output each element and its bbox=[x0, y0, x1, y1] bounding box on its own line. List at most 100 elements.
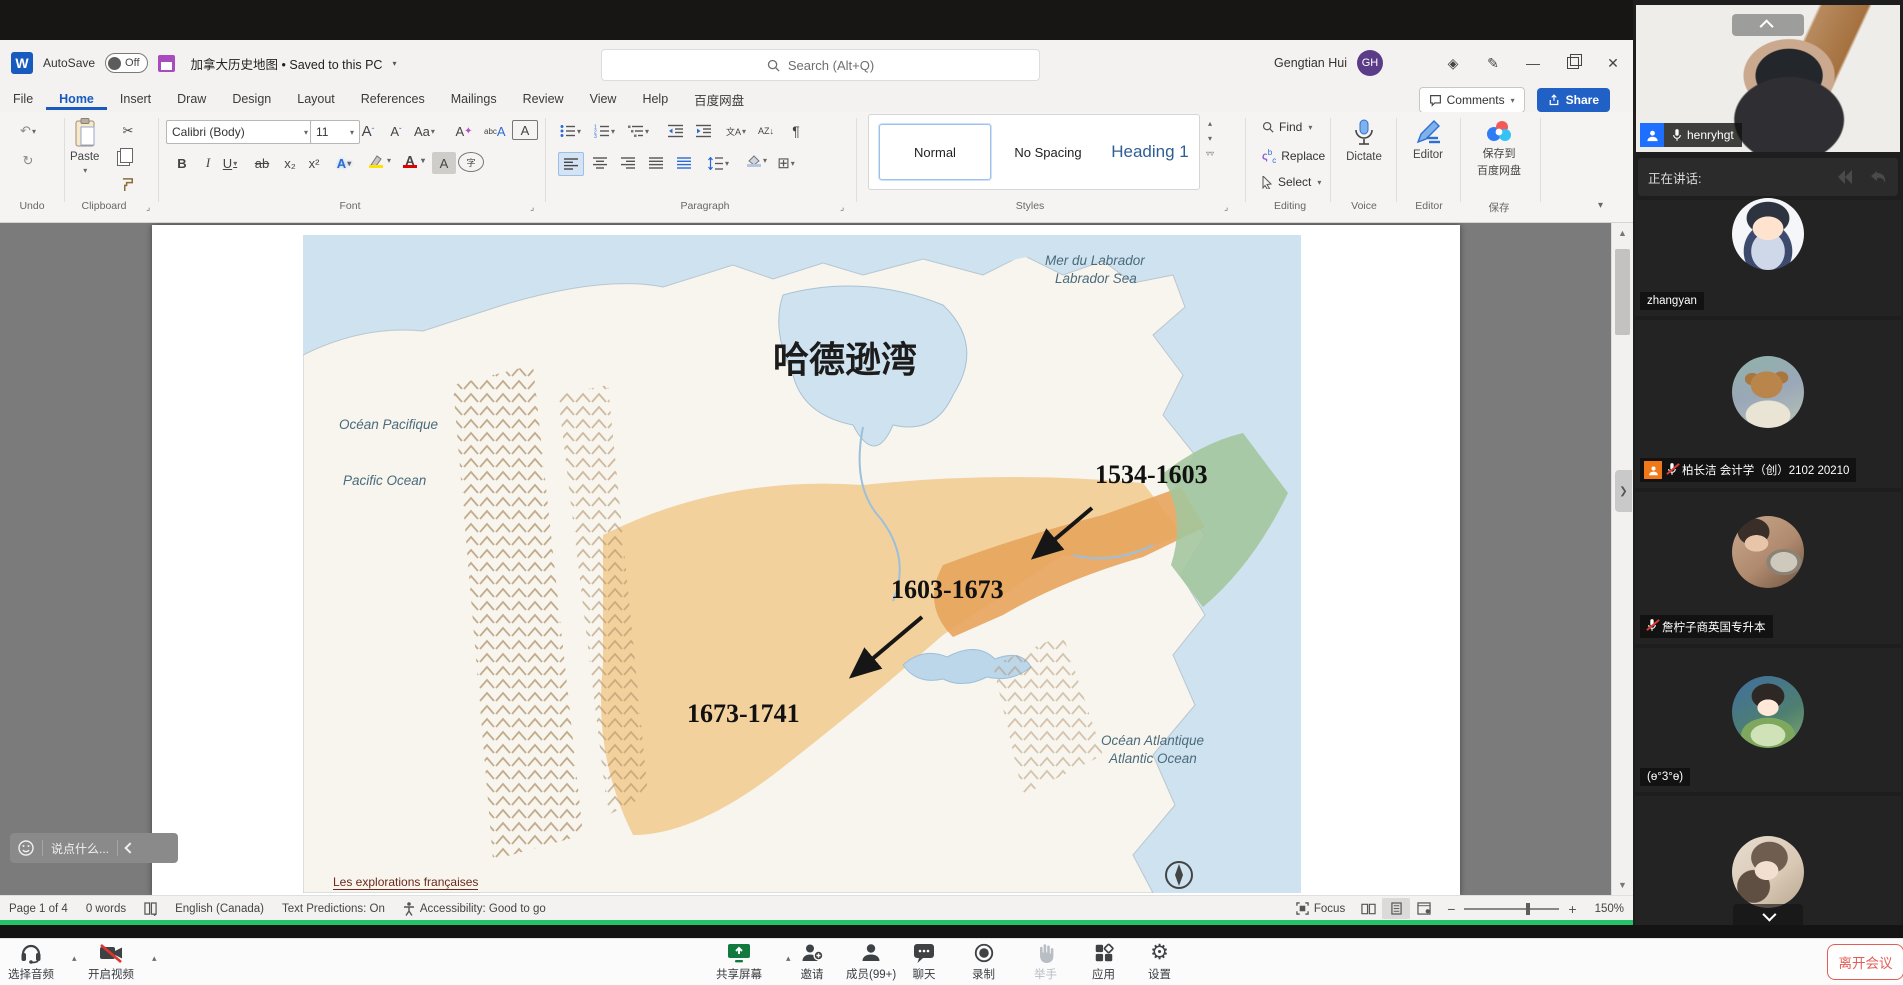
styles-scroll-down[interactable]: ▾ bbox=[1202, 131, 1218, 146]
zoom-slider-thumb[interactable] bbox=[1526, 902, 1531, 915]
document-scrollbar[interactable]: ▲ ▼ bbox=[1611, 223, 1633, 895]
invite-button[interactable]: 邀请 bbox=[800, 942, 824, 982]
superscript-button[interactable]: x² bbox=[302, 152, 326, 174]
bold-button[interactable]: B bbox=[170, 152, 194, 174]
settings-button[interactable]: ⚙ 设置 bbox=[1148, 942, 1171, 982]
close-button[interactable]: ✕ bbox=[1593, 43, 1633, 83]
editor-button[interactable]: Editor bbox=[1404, 118, 1452, 161]
audio-button[interactable]: 选择音频 bbox=[8, 942, 54, 982]
font-color-button[interactable]: A ▾ bbox=[398, 150, 425, 172]
cut-icon[interactable]: ✂ bbox=[116, 120, 140, 142]
sort-button[interactable]: AZ↓ bbox=[754, 120, 778, 142]
subscript-button[interactable]: x₂ bbox=[278, 152, 302, 174]
styles-scroll-up[interactable]: ▴ bbox=[1202, 116, 1218, 131]
replace-button[interactable]: ςbc Replace bbox=[1262, 148, 1325, 165]
zoom-slider[interactable] bbox=[1464, 902, 1560, 915]
style-no-spacing[interactable]: No Spacing bbox=[995, 124, 1101, 180]
chat-collapse-icon[interactable] bbox=[124, 842, 136, 854]
show-marks-button[interactable]: ¶ bbox=[784, 120, 808, 142]
panel-collapse-handle[interactable]: ❯ bbox=[1615, 470, 1632, 512]
share-options-chevron-icon[interactable]: ▴ bbox=[786, 953, 791, 964]
baidu-save-button[interactable]: 保存到 百度网盘 bbox=[1468, 118, 1530, 178]
print-layout-button[interactable] bbox=[1382, 898, 1411, 919]
autosave-toggle[interactable]: Off bbox=[105, 53, 148, 73]
video-collapse-button[interactable] bbox=[1732, 14, 1804, 36]
justify-button[interactable] bbox=[644, 152, 668, 174]
font-dialog-launcher[interactable]: ⌟ bbox=[530, 202, 534, 213]
underline-button[interactable]: U ▾ bbox=[218, 152, 242, 174]
search-box[interactable]: Search (Alt+Q) bbox=[601, 49, 1040, 81]
comments-button[interactable]: Comments ▾ bbox=[1418, 87, 1525, 113]
save-icon[interactable] bbox=[157, 54, 175, 72]
clear-formatting-button[interactable]: A ✦ bbox=[452, 120, 476, 142]
grow-font-button[interactable]: Aˆ bbox=[356, 120, 380, 142]
styles-more[interactable]: ▿▿ bbox=[1202, 146, 1218, 161]
audio-options-chevron-icon[interactable]: ▴ bbox=[72, 953, 77, 964]
tab-layout[interactable]: Layout bbox=[284, 88, 348, 110]
restore-button[interactable] bbox=[1553, 43, 1593, 83]
phonetic-guide-button[interactable]: abc A bbox=[482, 120, 508, 142]
participant-tile[interactable]: 詹柠子商英国专升本 bbox=[1635, 492, 1901, 644]
members-button[interactable]: 成员(99+) bbox=[846, 942, 896, 982]
zoom-level[interactable]: 150% bbox=[1586, 903, 1633, 915]
find-button[interactable]: Find ▾ bbox=[1262, 120, 1312, 134]
leave-meeting-button[interactable]: 离开会议 bbox=[1827, 944, 1903, 980]
accessibility-status[interactable]: Accessibility: Good to go bbox=[394, 901, 555, 916]
numbering-button[interactable]: 1 2 3 ▾ bbox=[592, 120, 617, 142]
share-button[interactable]: Share bbox=[1536, 88, 1610, 112]
distribute-button[interactable] bbox=[672, 152, 696, 174]
web-layout-button[interactable] bbox=[1410, 898, 1438, 919]
diamond-icon[interactable]: ◈ bbox=[1433, 43, 1473, 83]
user-avatar[interactable]: GH bbox=[1357, 50, 1383, 76]
document-page[interactable]: 哈德逊湾 Mer du Labrador Labrador Sea Océan … bbox=[152, 225, 1460, 895]
focus-button[interactable]: Focus bbox=[1287, 902, 1354, 915]
dictate-button[interactable]: Dictate bbox=[1340, 118, 1388, 163]
select-button[interactable]: Select ▾ bbox=[1262, 175, 1321, 189]
apps-button[interactable]: 应用 bbox=[1092, 942, 1115, 982]
raise-hand-button[interactable]: 举手 bbox=[1034, 942, 1057, 982]
text-effects-button[interactable]: A ▾ bbox=[332, 152, 356, 174]
paragraph-dialog-launcher[interactable]: ⌟ bbox=[840, 202, 844, 213]
tab-view[interactable]: View bbox=[577, 88, 630, 110]
tab-baidu-netdisk[interactable]: 百度网盘 bbox=[681, 86, 757, 113]
undo-button[interactable]: ↶ ▾ bbox=[16, 120, 40, 142]
zoom-out-button[interactable]: − bbox=[1438, 901, 1464, 917]
copy-icon[interactable] bbox=[120, 148, 133, 163]
chat-quick-input[interactable]: 说点什么... bbox=[10, 833, 178, 863]
clipboard-dialog-launcher[interactable]: ⌟ bbox=[146, 202, 150, 213]
tab-draw[interactable]: Draw bbox=[164, 88, 219, 110]
font-size-select[interactable]: 11 ▾ bbox=[310, 120, 360, 144]
participant-tile[interactable]: 柏长洁 会计学（创）2102 20210 bbox=[1635, 320, 1901, 488]
video-button[interactable]: 开启视频 bbox=[88, 942, 134, 982]
document-area[interactable]: 哈德逊湾 Mer du Labrador Labrador Sea Océan … bbox=[0, 223, 1633, 895]
tab-review[interactable]: Review bbox=[510, 88, 577, 110]
styles-dialog-launcher[interactable]: ⌟ bbox=[1224, 202, 1228, 213]
font-name-select[interactable]: Calibri (Body) ▾ bbox=[166, 120, 314, 144]
collapse-ribbon-button[interactable]: ▾ bbox=[1598, 200, 1603, 211]
align-center-button[interactable] bbox=[588, 152, 612, 174]
scroll-down-icon[interactable]: ▼ bbox=[1612, 875, 1633, 895]
language-indicator[interactable]: English (Canada) bbox=[166, 903, 273, 915]
doc-title-chevron-icon[interactable]: ▾ bbox=[392, 59, 396, 68]
line-spacing-button[interactable]: ▾ bbox=[706, 152, 731, 174]
tab-insert[interactable]: Insert bbox=[107, 88, 164, 110]
highlight-button[interactable]: ▾ bbox=[364, 150, 391, 172]
doc-title[interactable]: 加拿大历史地图 • Saved to this PC bbox=[191, 54, 383, 73]
align-right-button[interactable] bbox=[616, 152, 640, 174]
scroll-up-icon[interactable]: ▲ bbox=[1612, 223, 1633, 243]
align-left-button[interactable] bbox=[558, 152, 584, 176]
back-arrow-icon[interactable] bbox=[1868, 169, 1888, 185]
participant-tile[interactable] bbox=[1635, 796, 1901, 938]
zoom-in-button[interactable]: + bbox=[1559, 901, 1585, 917]
text-predictions[interactable]: Text Predictions: On bbox=[273, 903, 394, 915]
strikethrough-button[interactable]: ab bbox=[250, 152, 274, 174]
bullets-button[interactable]: ▾ bbox=[558, 120, 583, 142]
format-painter-icon[interactable] bbox=[116, 172, 140, 194]
enclose-characters-button[interactable]: 字 bbox=[458, 152, 484, 172]
self-video[interactable]: henryhgt bbox=[1636, 5, 1900, 152]
decrease-indent-button[interactable] bbox=[664, 120, 688, 142]
scrollbar-thumb[interactable] bbox=[1615, 249, 1630, 335]
chat-button[interactable]: 聊天 bbox=[912, 942, 936, 982]
shading-button[interactable]: ▾ bbox=[742, 150, 767, 172]
paste-button[interactable]: Paste ▾ bbox=[70, 118, 99, 175]
